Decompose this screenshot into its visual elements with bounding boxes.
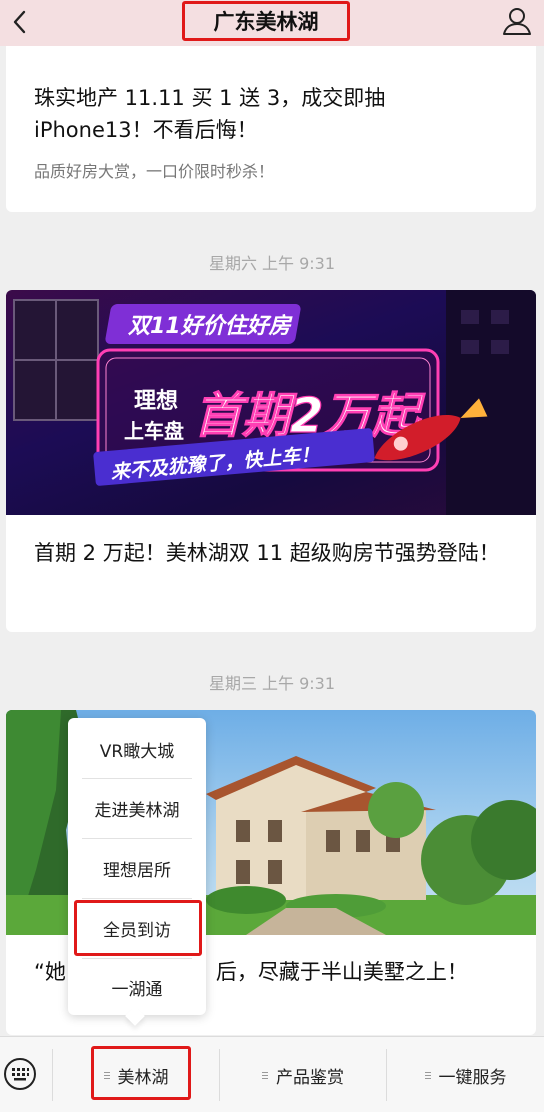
article-title-suffix: 后，尽藏于半山美墅之上！ [215,960,468,984]
tab-one-click-service[interactable]: 一键服务 [387,1037,544,1112]
message-timestamp: 星期三 上午 9:31 [208,674,336,693]
chevron-left-icon[interactable] [6,6,36,38]
article-title: 首期 2 万起！美林湖双 11 超级购房节强势登陆！ [34,541,500,565]
message-timestamp: 星期六 上午 9:31 [208,254,336,273]
article-card[interactable]: 双11好价住好房 理想 上车盘 首期2万起 来不及犹豫了，快上车！ 首期 2 万… [6,290,536,632]
article-subtitle: 品质好房大赏，一口价限时秒杀！ [34,162,275,181]
submenu-popup: VR瞰大城 走进美林湖 理想居所 全员到访 一湖通 [68,718,206,1015]
submenu-lines-icon [424,1070,431,1081]
menu-item-ideal-home[interactable]: 理想居所 [68,839,206,898]
banner-left-text-1: 理想 [134,389,178,414]
highlight-box [91,1046,191,1100]
account-title: 广东美林湖 [182,1,350,41]
tab-label: 一键服务 [438,1067,507,1088]
menu-item-vr-city[interactable]: VR瞰大城 [68,720,206,779]
banner-top-text: 双11好价住好房 [127,313,294,339]
highlight-box [74,900,202,956]
banner-left-text-2: 上车盘 [124,419,184,443]
bottom-menu-bar: 美林湖 产品鉴赏 一键服务 [0,1036,544,1112]
article-title: 珠实地产 11.11 买 1 送 3，成交即抽 iPhone13！不看后悔！ [34,86,386,142]
article-banner-image: 双11好价住好房 理想 上车盘 首期2万起 来不及犹豫了，快上车！ [6,290,536,515]
top-bar: 广东美林湖 [0,0,544,46]
submenu-lines-icon [262,1070,268,1081]
article-card[interactable]: 珠实地产 11.11 买 1 送 3，成交即抽 iPhone13！不看后悔！ 品… [6,46,536,212]
article-title-prefix: “她 [34,960,66,984]
menu-item-explore[interactable]: 走进美林湖 [68,779,206,838]
person-icon[interactable] [500,4,534,38]
keyboard-icon[interactable] [3,1057,37,1091]
tab-product-showcase[interactable]: 产品鉴赏 [220,1037,386,1112]
tab-label: 产品鉴赏 [276,1067,344,1088]
